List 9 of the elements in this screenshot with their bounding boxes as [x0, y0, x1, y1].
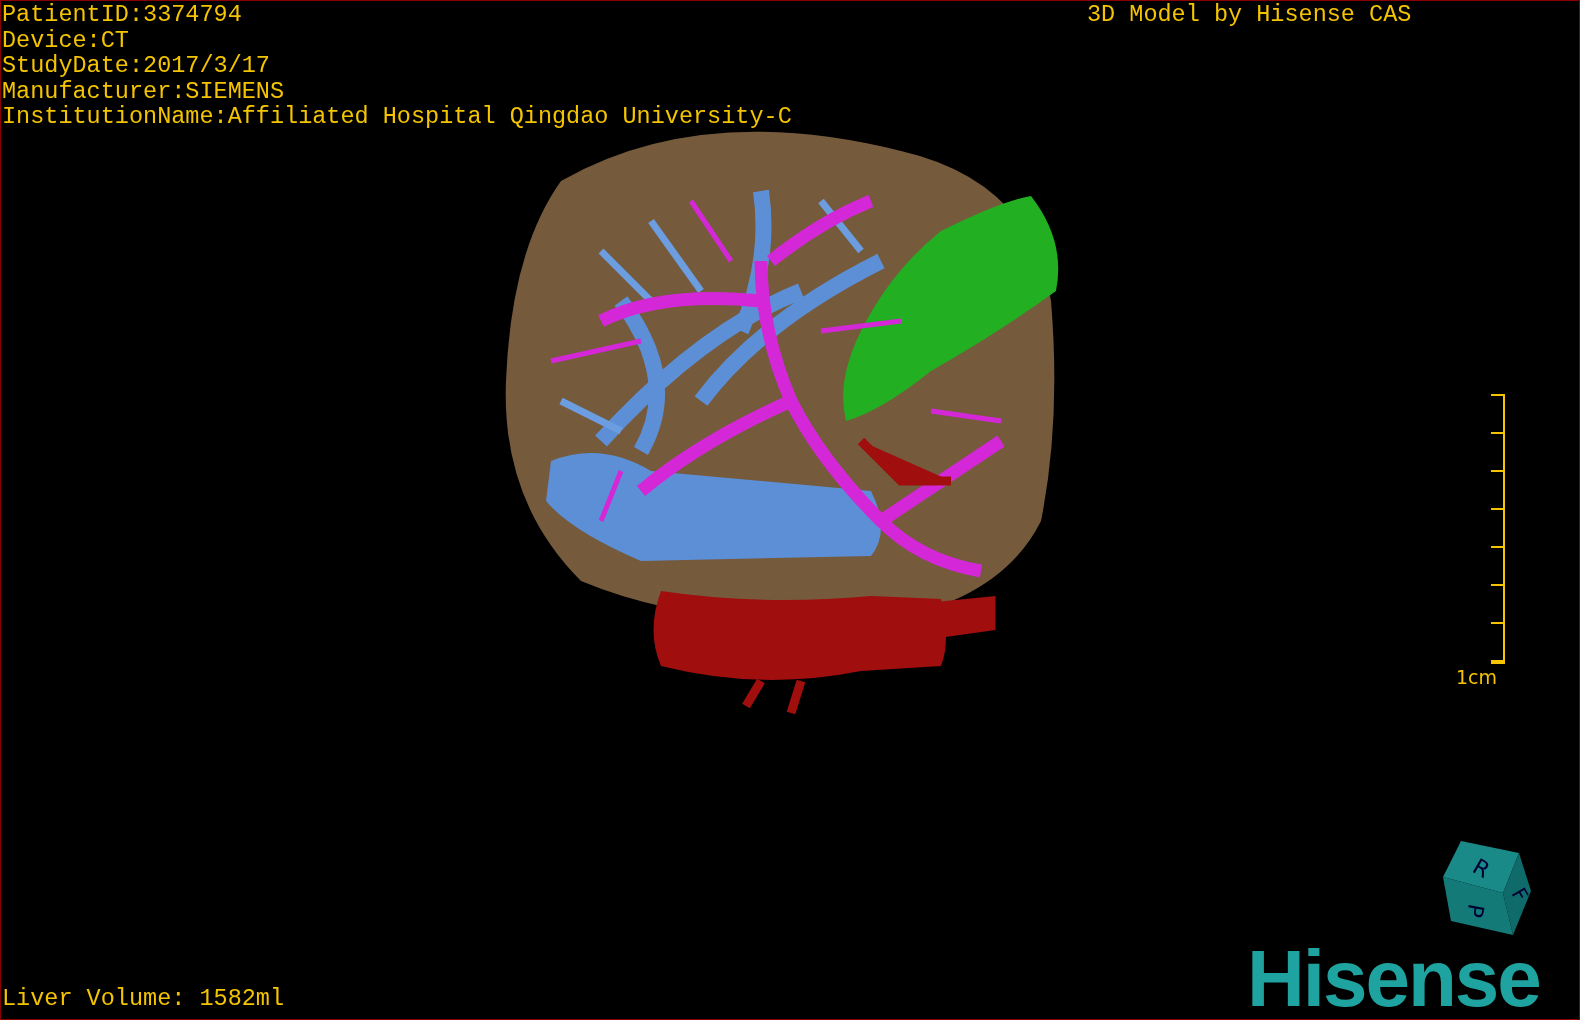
info-text: Manufacturer:SIEMENS [2, 78, 286, 104]
info-text: Device:CT [2, 27, 130, 53]
scale-label: 1cm [1456, 666, 1498, 688]
info-text: InstitutionName:Affiliated Hospital Qingdao University-C [2, 104, 792, 130]
liver-volume-text: Liver Volume: 1582ml [2, 985, 285, 1011]
credit-text: 3D Model by Hisense CAS [1087, 2, 1412, 28]
info-text: PatientID:3374794 [2, 2, 243, 28]
logo-text: Hisense [1247, 939, 1540, 1019]
info-text: StudyDate:2017/3/17 [2, 53, 271, 79]
